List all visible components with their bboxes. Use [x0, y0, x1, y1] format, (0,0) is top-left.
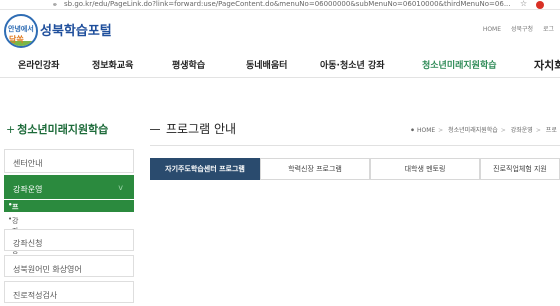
sidebar-item-course-apply[interactable]: 강좌신청 [4, 229, 134, 251]
subitem-label: • 강좌 이용방법 [8, 215, 19, 275]
sidebar-item-aptitude-test[interactable]: 진로적성검사 [4, 281, 134, 303]
page-title-text: 프로그램 안내 [166, 122, 237, 136]
chevron-down-icon: v [118, 183, 123, 192]
global-nav: 온라인강좌 정보화교육 평생학습 동네배움터 아동·청소년 강좌 청소년미래지원… [0, 52, 560, 78]
program-tabs: 자기주도학습센터 프로그램 학력신장 프로그램 대학생 멘토링 진로직업체험 지… [150, 158, 560, 180]
gnb-neighborhood[interactable]: 동네배움터 [246, 58, 287, 71]
crumb-separator: > [438, 127, 444, 134]
sidebar-subitem-program-info[interactable]: • 프로그램 안내 [4, 200, 134, 261]
sidebar-item-label: 진로적성검사 [13, 291, 58, 300]
extension-icon[interactable] [536, 1, 544, 9]
sidebar-item-video-english[interactable]: 성북원어민 화상영어 [4, 255, 134, 277]
logo-text-top: 안녕에서 [8, 25, 34, 33]
gnb-youth-future[interactable]: 청소년미래지원학습 [422, 58, 497, 71]
gnb-lifelong-learning[interactable]: 평생학습 [172, 58, 205, 71]
tab-career[interactable]: 진로직업체험 지원 [480, 158, 560, 180]
gnb-it-education[interactable]: 정보화교육 [92, 58, 133, 71]
util-home-link[interactable]: HOME [483, 26, 501, 33]
gnb-youth-course[interactable]: 아동·청소년 강좌 [320, 58, 385, 71]
logo-text-bottom: 담쏙 [9, 35, 24, 44]
gnb-online-course[interactable]: 온라인강좌 [18, 58, 59, 71]
crumb-current: 프로 [545, 127, 557, 134]
browser-address-bar: ⚭ sb.go.kr/edu/PageLink.do?link=forward:… [0, 0, 560, 10]
crumb-separator: > [500, 127, 506, 134]
sidebar-item-label: 강좌신청 [13, 239, 43, 248]
page-title: 프로그램 안내 [150, 120, 236, 137]
tab-academic[interactable]: 학력신장 프로그램 [260, 158, 370, 180]
gnb-self-governance[interactable]: 자치회 [534, 57, 560, 73]
crumb-subsection[interactable]: 강좌운영 [511, 127, 533, 134]
crumb-separator: > [535, 127, 541, 134]
sidebar-item-label: 강좌운영 [13, 185, 43, 194]
util-gu-office-link[interactable]: 성북구청 [511, 26, 533, 33]
title-divider [150, 145, 560, 146]
crumb-section[interactable]: 청소년미래지원학습 [448, 127, 498, 134]
utility-links: HOME 성북구청 로그 [475, 24, 554, 33]
breadcrumb: ⚫ HOME > 청소년미래지원학습 > 강좌운영 > 프로 [410, 125, 557, 134]
plus-icon: + [6, 123, 16, 136]
home-icon[interactable]: ⚫ [410, 127, 415, 134]
url-text[interactable]: sb.go.kr/edu/PageLink.do?link=forward:us… [64, 0, 510, 8]
sidebar-item-label: 센터안내 [13, 159, 43, 168]
star-icon[interactable]: ☆ [520, 0, 527, 8]
lock-icon[interactable]: ⚭ [52, 1, 58, 9]
tab-mentoring[interactable]: 대학생 멘토링 [370, 158, 480, 180]
title-dash [150, 129, 160, 130]
subitem-label: • 프로그램 안내 [8, 201, 19, 261]
site-name[interactable]: 성북학습포털 [40, 20, 112, 39]
tab-self-directed[interactable]: 자기주도학습센터 프로그램 [150, 158, 260, 180]
crumb-home[interactable]: HOME [417, 127, 435, 134]
sidebar-subitem-how-to-use[interactable]: • 강좌 이용방법 [4, 214, 134, 275]
sidebar-title: + 청소년미래지원학습 [6, 121, 108, 137]
site-logo[interactable]: 안녕에서 담쏙 [4, 14, 38, 48]
util-login-link[interactable]: 로그 [543, 26, 554, 33]
sidebar-title-text: 청소년미래지원학습 [17, 123, 109, 136]
sidebar-item-label: 성북원어민 화상영어 [13, 265, 82, 274]
sidebar-item-course-operation[interactable]: 강좌운영 v [4, 175, 134, 199]
sidebar-item-center-info[interactable]: 센터안내 [4, 149, 134, 173]
